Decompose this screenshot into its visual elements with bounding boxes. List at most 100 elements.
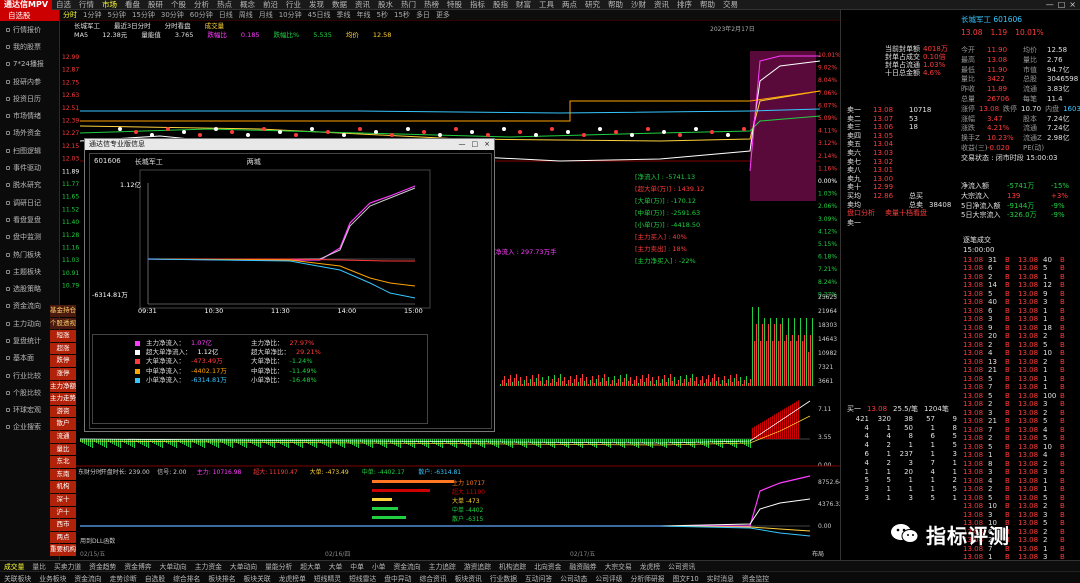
menu-item-24[interactable]: 帮助 — [604, 0, 627, 10]
bottom-function-tab[interactable]: 综合排名 — [169, 573, 204, 583]
indicator-tab[interactable]: 主力走势 — [50, 393, 76, 405]
menu-item-19[interactable]: 股指 — [489, 0, 512, 10]
menu-item-13[interactable]: 资讯 — [351, 0, 374, 10]
period-tab-0[interactable]: 分时 — [60, 10, 80, 20]
left-nav-item[interactable]: 场外资金 — [0, 125, 59, 142]
bottom-function-tab[interactable]: 板块资讯 — [451, 573, 486, 583]
left-nav-item[interactable]: 投研内参 — [0, 73, 59, 90]
menu-item-6[interactable]: 分析 — [190, 0, 213, 10]
indicator-tab[interactable]: 深十 — [50, 493, 76, 506]
maximize-icon[interactable]: □ — [1058, 0, 1066, 9]
menu-item-8[interactable]: 概念 — [236, 0, 259, 10]
popup-titlebar[interactable]: 通达信专业版信息 — □ × — [85, 139, 494, 150]
indicator-tab[interactable]: 跌停 — [50, 355, 76, 367]
left-nav-item[interactable]: 调研日记 — [0, 194, 59, 211]
menu-item-20[interactable]: 财富 — [512, 0, 535, 10]
left-nav-item[interactable]: 主题板块 — [0, 263, 59, 280]
indicator-tab[interactable]: 两点 — [50, 531, 76, 544]
menu-item-17[interactable]: 特股 — [443, 0, 466, 10]
indicator-tab[interactable]: 主力净额 — [50, 380, 76, 393]
menu-item-7[interactable]: 热点 — [213, 0, 236, 10]
menu-item-23[interactable]: 研究 — [581, 0, 604, 10]
menu-item-27[interactable]: 排序 — [673, 0, 696, 10]
indicator-tab[interactable]: 散户 — [50, 418, 76, 430]
indicator-tab[interactable]: 西市 — [50, 519, 76, 531]
bottom-indicator-tab[interactable]: 北向资金 — [530, 561, 565, 571]
indicator-tab[interactable]: 机构 — [50, 481, 76, 493]
bottom-indicator-tab[interactable]: 大宗交易 — [601, 561, 636, 571]
left-nav-item[interactable]: 扫图逻辑 — [0, 142, 59, 159]
menu-item-2[interactable]: 市场 — [98, 0, 121, 10]
bottom-indicator-tab[interactable]: 中单 — [346, 561, 368, 571]
period-tab-3[interactable]: 15分钟 — [129, 10, 158, 20]
indicator-tab[interactable]: 超涨 — [50, 342, 76, 355]
menu-item-16[interactable]: 热榜 — [420, 0, 443, 10]
period-tab-11[interactable]: 季线 — [334, 10, 354, 20]
left-nav-item[interactable]: 投资日历 — [0, 90, 59, 107]
bottom-indicator-tab[interactable]: 主力追踪 — [425, 561, 460, 571]
bottom-indicator-tab[interactable]: 游资追踪 — [460, 561, 495, 571]
bottom-function-tab[interactable]: 板块排名 — [204, 573, 239, 583]
left-nav-item[interactable]: 盘中监测 — [0, 229, 59, 246]
bottom-function-tab[interactable]: 关联板块 — [0, 573, 35, 583]
capital-flow-popup[interactable]: 通达信专业版信息 — □ × 601606 长城军工 两城 1.12亿 -6314.8… — [84, 138, 495, 432]
period-tab-5[interactable]: 60分钟 — [187, 10, 216, 20]
period-tab-6[interactable]: 日线 — [216, 10, 236, 20]
bottom-indicator-tab[interactable]: 大单动向 — [226, 561, 261, 571]
menu-item-0[interactable]: 自选 — [52, 0, 75, 10]
menu-item-12[interactable]: 数据 — [328, 0, 351, 10]
period-tab-9[interactable]: 10分钟 — [276, 10, 305, 20]
menu-item-4[interactable]: 股研 — [144, 0, 167, 10]
bottom-indicator-tab[interactable]: 量能分析 — [261, 561, 296, 571]
bottom-function-tab[interactable]: 盘中异动 — [380, 573, 415, 583]
bottom-function-tab[interactable]: 综合资讯 — [415, 573, 450, 583]
menu-item-18[interactable]: 指标 — [466, 0, 489, 10]
indicator-tab[interactable]: 短涨 — [50, 330, 76, 342]
menu-item-5[interactable]: 个股 — [167, 0, 190, 10]
bottom-function-tab[interactable]: 图文F10 — [669, 573, 703, 583]
left-nav-header[interactable]: 自选股 — [0, 10, 59, 21]
left-nav-item[interactable]: 我的股票 — [0, 38, 59, 55]
bottom-function-tab[interactable]: 资金监控 — [738, 573, 773, 583]
menu-item-22[interactable]: 两点 — [558, 0, 581, 10]
period-tab-14[interactable]: 15秒 — [391, 10, 413, 20]
bottom-indicator-tab[interactable]: 主力资金 — [191, 561, 226, 571]
bottom-function-tab[interactable]: 短线精灵 — [310, 573, 345, 583]
bottom-indicator-tab[interactable]: 量比 — [28, 561, 50, 571]
period-tab-1[interactable]: 1分钟 — [80, 10, 104, 20]
bottom-function-tab[interactable]: 行业数据 — [486, 573, 521, 583]
indicator-tab[interactable]: 个股透视 — [50, 317, 76, 330]
bottom-indicator-tab[interactable]: 资金博弈 — [120, 561, 155, 571]
left-nav-item[interactable]: 事件驱动 — [0, 159, 59, 176]
quote-mid-tab[interactable]: 盘口分析 — [847, 209, 875, 219]
period-tab-8[interactable]: 月线 — [256, 10, 276, 20]
bottom-indicator-tab[interactable]: 公司资讯 — [664, 561, 699, 571]
left-nav-item[interactable]: 选股策略 — [0, 280, 59, 297]
left-nav-item[interactable]: 脱水研究 — [0, 177, 59, 194]
indicator-tab[interactable]: 涨停 — [50, 367, 76, 380]
bottom-function-tab[interactable]: 公司动态 — [556, 573, 591, 583]
left-nav-item[interactable]: 市场情绪 — [0, 107, 59, 124]
menu-item-26[interactable]: 资讯 — [650, 0, 673, 10]
menu-item-10[interactable]: 行业 — [282, 0, 305, 10]
menu-item-9[interactable]: 前沿 — [259, 0, 282, 10]
period-tab-12[interactable]: 年线 — [354, 10, 374, 20]
period-tab-10[interactable]: 45日线 — [305, 10, 334, 20]
popup-minimize-icon[interactable]: — — [459, 139, 466, 150]
bottom-indicator-tab[interactable]: 成交量 — [0, 561, 28, 571]
bottom-function-tab[interactable]: 走势诊断 — [106, 573, 141, 583]
bottom-function-tab[interactable]: 短线雷达 — [345, 573, 380, 583]
left-nav-item[interactable]: 看盘复盘 — [0, 211, 59, 228]
menu-item-25[interactable]: 沙财 — [627, 0, 650, 10]
bottom-function-tab[interactable]: 自选股 — [141, 573, 169, 583]
indicator-tab[interactable]: 游资 — [50, 405, 76, 418]
menu-item-3[interactable]: 看盘 — [121, 0, 144, 10]
popup-close-icon[interactable]: × — [484, 139, 490, 150]
bottom-function-tab[interactable]: 实时消息 — [703, 573, 738, 583]
bottom-indicator-tab[interactable]: 超大单 — [296, 561, 324, 571]
close-icon[interactable]: × — [1069, 0, 1076, 9]
left-nav-item[interactable]: 热门板块 — [0, 246, 59, 263]
indicator-tab[interactable]: 重要机构 — [50, 544, 76, 556]
bottom-indicator-tab[interactable]: 龙虎榜 — [636, 561, 664, 571]
period-tab-15[interactable]: 多日 — [413, 10, 433, 20]
